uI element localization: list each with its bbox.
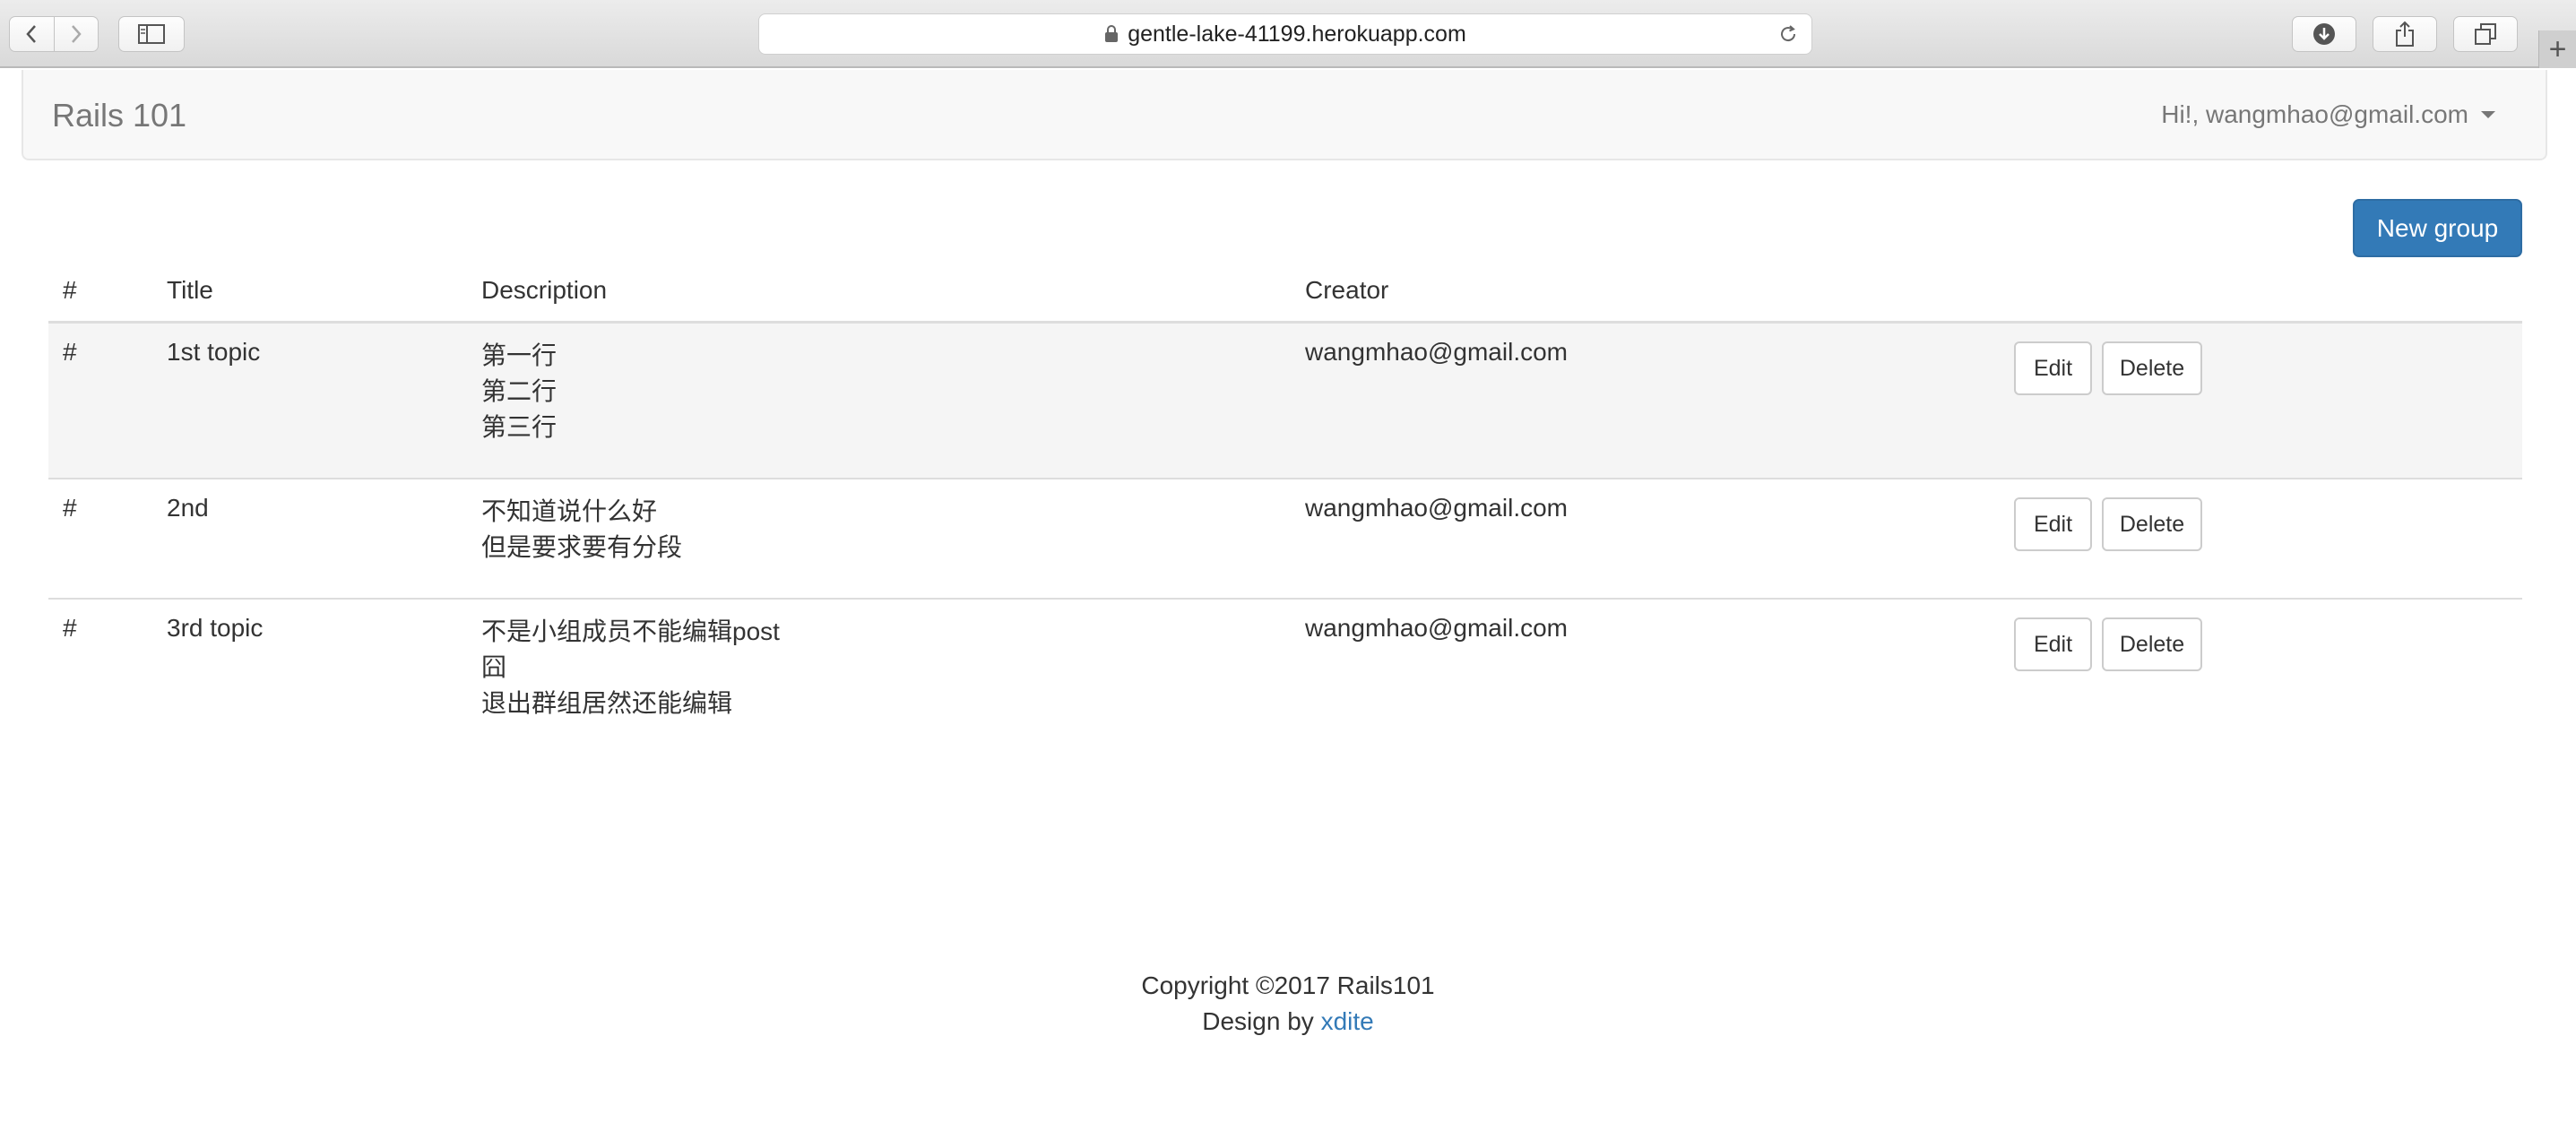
table-header: # Title Description Creator xyxy=(48,263,2522,324)
browser-toolbar: gentle-lake-41199.herokuapp.com + xyxy=(0,0,2576,68)
row-hash: # xyxy=(63,614,77,642)
edit-button[interactable]: Edit xyxy=(2014,617,2092,671)
brand-link[interactable]: Rails 101 xyxy=(52,97,186,134)
group-creator: wangmhao@gmail.com xyxy=(1305,494,1568,522)
lock-icon xyxy=(1104,25,1119,43)
group-title-link[interactable]: 1st topic xyxy=(167,338,260,367)
description-line: 不是小组成员不能编辑post xyxy=(481,617,780,645)
delete-button[interactable]: Delete xyxy=(2102,341,2202,395)
row-hash: # xyxy=(63,494,77,522)
edit-button[interactable]: Edit xyxy=(2014,497,2092,551)
user-dropdown[interactable]: Hi!, wangmhao@gmail.com xyxy=(2161,100,2495,129)
user-greeting: Hi!, wangmhao@gmail.com xyxy=(2161,100,2468,128)
address-bar[interactable]: gentle-lake-41199.herokuapp.com xyxy=(758,13,1812,55)
description-line: 不知道说什么好 xyxy=(481,497,658,525)
header-hash: # xyxy=(63,276,77,304)
group-creator: wangmhao@gmail.com xyxy=(1305,614,1568,642)
group-title-link[interactable]: 3rd topic xyxy=(167,614,263,643)
new-group-button[interactable]: New group xyxy=(2353,199,2522,257)
edit-button[interactable]: Edit xyxy=(2014,341,2092,395)
tabs-icon xyxy=(2475,23,2496,45)
group-title-link[interactable]: 2nd xyxy=(167,494,209,522)
row-actions: Edit Delete xyxy=(2014,497,2202,551)
history-nav xyxy=(9,16,99,52)
description-line: 退出群组居然还能编辑 xyxy=(481,689,733,717)
design-credit: Design by xdite xyxy=(0,1004,2576,1040)
table-row: # 1st topic 第一行 第二行 第三行 wangmhao@gmail.c… xyxy=(48,324,2522,479)
header-creator: Creator xyxy=(1305,276,1389,304)
description-line: 第三行 xyxy=(481,413,558,441)
table-row: # 3rd topic 不是小组成员不能编辑post 囧 退出群组居然还能编辑 … xyxy=(48,600,2522,743)
designer-link[interactable]: xdite xyxy=(1321,1007,1374,1035)
group-description: 第一行 第二行 第三行 xyxy=(481,338,557,445)
copyright-text: Copyright ©2017 Rails101 xyxy=(1141,971,1435,999)
back-button[interactable] xyxy=(10,17,54,51)
group-creator: wangmhao@gmail.com xyxy=(1305,338,1568,366)
new-tab-button[interactable]: + xyxy=(2538,30,2576,68)
site-navbar: Rails 101 Hi!, wangmhao@gmail.com xyxy=(22,70,2547,160)
download-icon xyxy=(2313,23,2335,45)
group-description: 不知道说什么好 但是要求要有分段 xyxy=(481,494,682,566)
url-text: gentle-lake-41199.herokuapp.com xyxy=(1128,21,1466,47)
share-button[interactable] xyxy=(2373,16,2437,52)
row-actions: Edit Delete xyxy=(2014,617,2202,671)
header-description: Description xyxy=(481,276,608,304)
delete-button[interactable]: Delete xyxy=(2102,497,2202,551)
row-hash: # xyxy=(63,338,77,366)
sidebar-icon xyxy=(138,24,165,44)
share-icon xyxy=(2396,21,2414,47)
tabs-button[interactable] xyxy=(2453,16,2518,52)
page-footer: Copyright ©2017 Rails101 Design by xdite xyxy=(0,968,2576,1040)
back-icon xyxy=(26,25,37,43)
row-actions: Edit Delete xyxy=(2014,341,2202,395)
caret-down-icon xyxy=(2481,111,2495,118)
table-row: # 2nd 不知道说什么好 但是要求要有分段 wangmhao@gmail.co… xyxy=(48,479,2522,600)
description-line: 第一行 xyxy=(481,341,558,369)
group-description: 不是小组成员不能编辑post 囧 退出群组居然还能编辑 xyxy=(481,614,780,721)
design-by-text: Design by xyxy=(1202,1007,1321,1035)
sidebar-button[interactable] xyxy=(118,16,185,52)
reload-icon[interactable] xyxy=(1777,23,1799,51)
description-line: 但是要求要有分段 xyxy=(481,533,683,561)
delete-button[interactable]: Delete xyxy=(2102,617,2202,671)
groups-table: # Title Description Creator # 1st topic … xyxy=(48,263,2522,743)
description-line: 囧 xyxy=(481,653,507,681)
downloads-button[interactable] xyxy=(2292,16,2356,52)
forward-button[interactable] xyxy=(53,17,99,51)
forward-icon xyxy=(71,25,82,43)
description-line: 第二行 xyxy=(481,377,558,405)
header-title: Title xyxy=(167,276,213,304)
